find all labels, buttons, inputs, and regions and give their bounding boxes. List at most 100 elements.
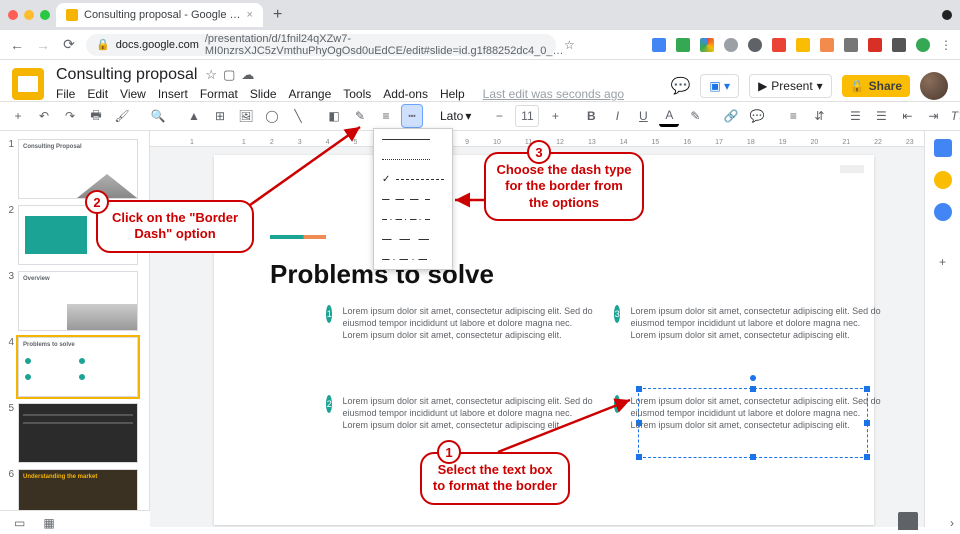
ext-icon[interactable] [916,38,930,52]
hscroll-right-icon[interactable]: › [950,516,954,530]
border-dash-button[interactable]: ┅ [402,105,422,127]
font-family-select[interactable]: Lato ▾ [438,109,473,123]
slides-logo-icon[interactable] [12,68,44,100]
ext-icon[interactable] [652,38,666,52]
redo-button[interactable]: ↷ [60,105,80,127]
ext-icon[interactable] [820,38,834,52]
paragraph-text[interactable]: Lorem ipsum dolor sit amet, consectetur … [630,395,884,431]
align-button[interactable]: ≡ [783,105,803,127]
menu-file[interactable]: File [56,87,75,101]
window-min-dot[interactable] [24,10,34,20]
forward-button[interactable]: → [34,37,52,53]
font-size-input[interactable]: 11 [515,105,539,127]
back-button[interactable]: ← [8,37,26,53]
content-block-2[interactable]: 2 Lorem ipsum dolor sit amet, consectetu… [326,395,596,431]
text-color-button[interactable]: A [659,105,679,127]
speaker-notes-toggle[interactable] [898,512,918,530]
dash-option-dashed-short[interactable]: ✓ [374,169,452,189]
content-block-3[interactable]: 3 Lorem ipsum dolor sit amet, consectetu… [614,305,884,341]
browser-tab[interactable]: Consulting proposal - Google … × [56,3,263,27]
slide-thumb-3[interactable]: Overview [18,271,138,331]
filmstrip-view-icon[interactable]: ▭ [14,516,25,530]
move-doc-icon[interactable]: ▢ [223,67,235,83]
reload-button[interactable]: ⟳ [60,36,78,53]
paint-format-button[interactable]: 🖌 [112,105,132,127]
link-button[interactable]: 🔗 [721,105,741,127]
share-button[interactable]: 🔒 Share [842,75,910,97]
address-bar[interactable]: 🔒 docs.google.com /presentation/d/1fnil2… [86,34,556,56]
browser-profile-icon[interactable] [942,10,952,20]
ext-icon[interactable] [844,38,858,52]
menu-format[interactable]: Format [200,87,238,101]
ext-icon[interactable] [724,38,738,52]
comments-icon[interactable]: 💬 [670,76,690,96]
paragraph-text[interactable]: Lorem ipsum dolor sit amet, consectetur … [630,305,884,341]
cloud-status-icon[interactable]: ☁ [241,67,254,83]
dash-option-solid[interactable] [374,129,452,149]
italic-button[interactable]: I [607,105,627,127]
paragraph-text[interactable]: Lorem ipsum dolor sit amet, consectetur … [342,305,596,341]
present-button[interactable]: ▶ Present ▾ [749,74,832,98]
calendar-icon[interactable] [934,139,952,157]
numbered-list-button[interactable]: ☰ [871,105,891,127]
ext-icon[interactable] [868,38,882,52]
tasks-icon[interactable] [934,203,952,221]
ext-icon[interactable] [700,38,714,52]
undo-button[interactable]: ↶ [34,105,54,127]
dash-option-dashed-long[interactable] [374,189,452,209]
tab-close-icon[interactable]: × [247,9,253,21]
fill-color-button[interactable]: ◧ [324,105,344,127]
dash-option-dash-dot[interactable] [374,209,452,229]
clear-format-button[interactable]: T✕ [949,105,960,127]
ext-icon[interactable] [748,38,762,52]
border-dash-dropdown[interactable]: ✓ [373,128,453,270]
grid-view-icon[interactable]: ▦ [43,516,54,530]
menu-arrange[interactable]: Arrange [289,87,332,101]
dash-option-dotted[interactable] [374,149,452,169]
print-button[interactable]: 🖶 [86,105,106,127]
menu-addons[interactable]: Add-ons [383,87,428,101]
ext-icon[interactable] [796,38,810,52]
content-block-4[interactable]: 4 Lorem ipsum dolor sit amet, consectetu… [614,395,884,431]
dash-option-dash-long-wide[interactable] [374,229,452,249]
new-slide-button[interactable]: + [8,105,28,127]
ext-icon[interactable] [772,38,786,52]
line-spacing-button[interactable]: ⇵ [809,105,829,127]
bold-button[interactable]: B [581,105,601,127]
menu-view[interactable]: View [120,87,146,101]
menu-edit[interactable]: Edit [87,87,108,101]
border-weight-button[interactable]: ≡ [376,105,396,127]
ext-icon[interactable] [892,38,906,52]
bulleted-list-button[interactable]: ☰ [845,105,865,127]
last-edit-text[interactable]: Last edit was seconds ago [483,87,624,101]
star-icon[interactable]: ☆ [564,38,575,52]
overflow-icon[interactable]: ⋮ [940,38,952,52]
slide-thumb-1[interactable]: Consulting Proposal [18,139,138,199]
shape-tool[interactable]: ◯ [262,105,282,127]
slide-thumb-5[interactable] [18,403,138,463]
menu-slide[interactable]: Slide [250,87,277,101]
menu-help[interactable]: Help [440,87,465,101]
fontsize-dec[interactable]: − [489,105,509,127]
highlight-button[interactable]: ✎ [685,105,705,127]
star-doc-icon[interactable]: ☆ [205,67,217,83]
image-tool[interactable]: 🖼 [236,105,256,127]
menu-insert[interactable]: Insert [158,87,188,101]
meet-button[interactable]: ▣ ▾ [700,74,739,98]
window-close-dot[interactable] [8,10,18,20]
sidepanel-add-icon[interactable]: + [939,255,946,269]
dash-option-dash-dot-wide[interactable] [374,249,452,269]
line-tool[interactable]: ╲ [288,105,308,127]
slide-thumb-4[interactable]: Problems to solve [18,337,138,397]
textbox-tool[interactable]: ⊞ [210,105,230,127]
border-color-button[interactable]: ✎ [350,105,370,127]
paragraph-text[interactable]: Lorem ipsum dolor sit amet, consectetur … [342,395,596,431]
new-tab-button[interactable]: + [269,6,286,24]
zoom-button[interactable]: 🔍 [148,105,168,127]
doc-title[interactable]: Consulting proposal [56,66,197,84]
underline-button[interactable]: U [633,105,653,127]
ext-icon[interactable] [676,38,690,52]
select-tool[interactable]: ▲ [184,105,204,127]
menu-tools[interactable]: Tools [343,87,371,101]
comment-button[interactable]: 💬 [747,105,767,127]
